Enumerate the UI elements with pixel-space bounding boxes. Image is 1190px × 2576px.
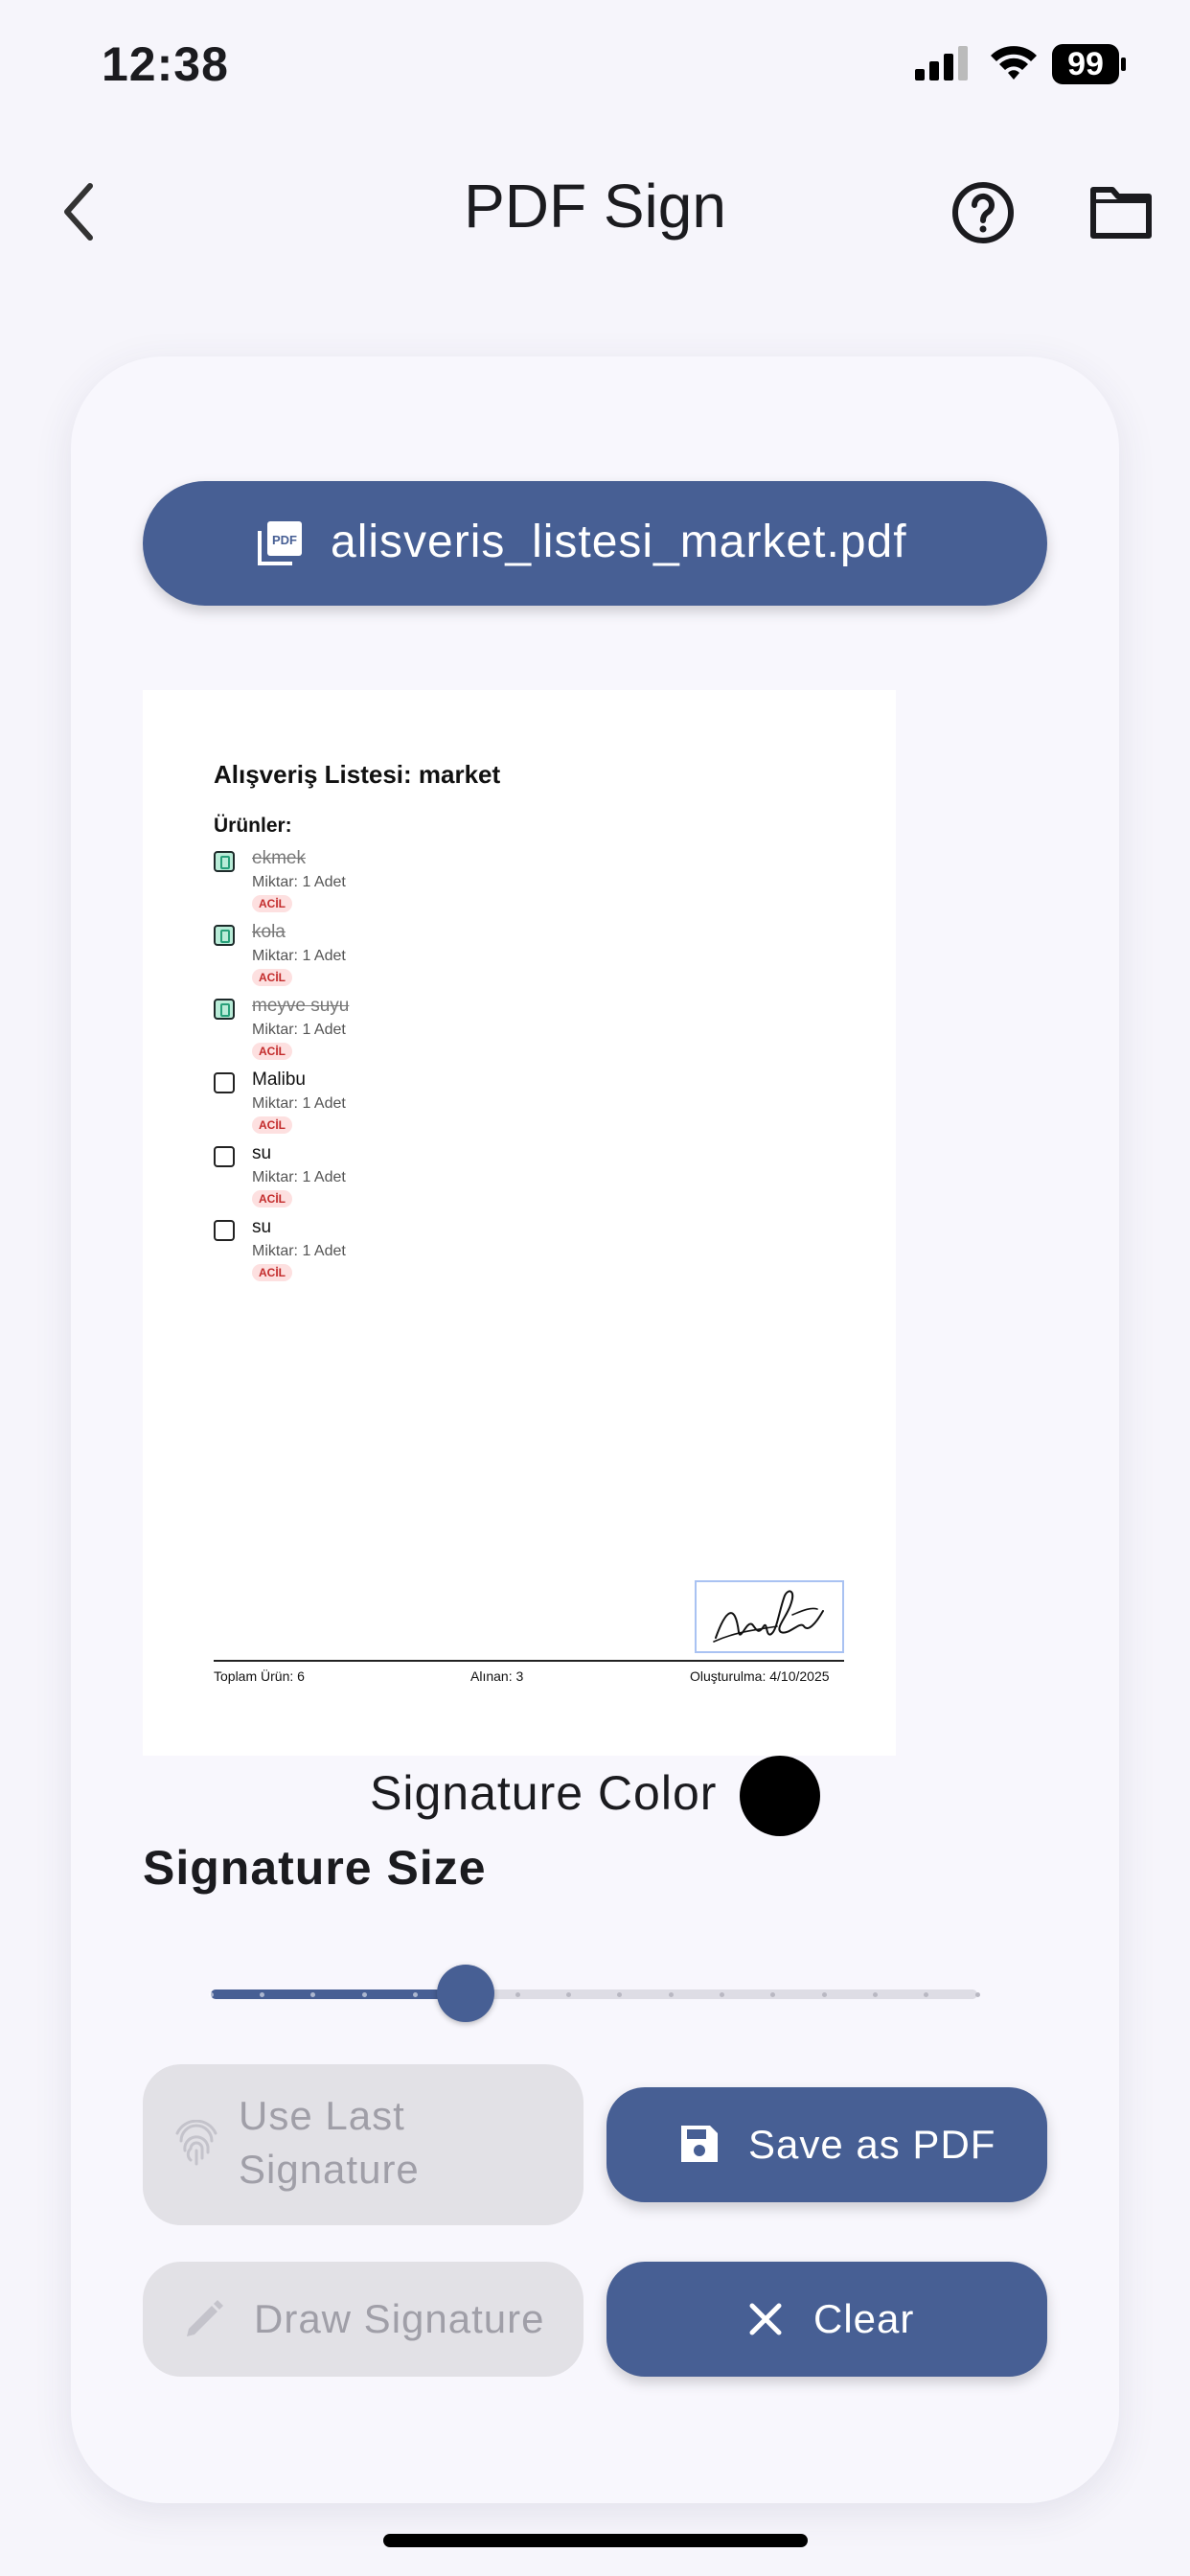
pdf-file-icon: PDF — [258, 521, 302, 565]
signature-size-slider[interactable] — [208, 1965, 980, 2022]
clear-button[interactable]: Clear — [606, 2262, 1047, 2377]
slider-tick — [361, 1992, 367, 1997]
item-quantity: Miktar: 1 Adet — [252, 1169, 346, 1185]
folder-icon[interactable] — [1087, 180, 1155, 243]
checkbox-checked-icon — [214, 999, 235, 1020]
battery-icon: 99 — [1052, 44, 1127, 84]
file-name: alisveris_listesi_market.pdf — [331, 517, 907, 567]
use-last-signature-line1: Use Last — [239, 2093, 405, 2138]
chevron-left-icon[interactable] — [48, 178, 115, 245]
slider-tick — [565, 1992, 571, 1997]
checkbox-unchecked-icon — [214, 1220, 235, 1241]
signature-color-swatch[interactable] — [740, 1756, 820, 1836]
list-item: su Miktar: 1 Adet ACİL — [214, 1143, 597, 1218]
item-name: su — [252, 1217, 272, 1237]
item-quantity: Miktar: 1 Adet — [252, 874, 346, 890]
pdf-preview[interactable]: Alışveriş Listesi: market Ürünler: ekmek… — [143, 690, 896, 1756]
pdf-footer-bought: Alınan: 3 — [470, 1668, 524, 1684]
list-item: Malibu Miktar: 1 Adet ACİL — [214, 1070, 597, 1144]
battery-level: 99 — [1052, 44, 1119, 84]
cellular-signal-icon — [915, 46, 968, 80]
slider-tick — [974, 1992, 980, 1997]
urgent-badge: ACİL — [252, 895, 292, 912]
use-last-signature-button[interactable]: Use Last Signature — [143, 2064, 584, 2225]
draw-signature-button[interactable]: Draw Signature — [143, 2262, 584, 2377]
fingerprint-icon — [175, 2120, 217, 2166]
pdf-title: Alışveriş Listesi: market — [214, 760, 501, 789]
urgent-badge: ACİL — [252, 1043, 292, 1060]
list-item: ekmek Miktar: 1 Adet ACİL — [214, 848, 597, 923]
item-name: meyve suyu — [252, 996, 350, 1016]
pdf-footer-total: Toplam Ürün: 6 — [214, 1668, 305, 1684]
urgent-badge: ACİL — [252, 969, 292, 986]
save-as-pdf-label: Save as PDF — [748, 2122, 996, 2167]
slider-tick — [719, 1992, 724, 1997]
slider-tick — [668, 1992, 674, 1997]
checkbox-checked-icon — [214, 851, 235, 872]
svg-text:PDF: PDF — [272, 533, 297, 547]
item-name: Malibu — [252, 1070, 306, 1090]
clear-label: Clear — [813, 2296, 915, 2341]
item-name: su — [252, 1143, 272, 1163]
slider-tick — [515, 1992, 520, 1997]
signature-size-label: Signature Size — [143, 1841, 487, 1895]
home-indicator — [383, 2534, 808, 2547]
status-time: 12:38 — [102, 37, 229, 91]
save-as-pdf-button[interactable]: Save as PDF — [606, 2087, 1047, 2202]
help-circle-icon[interactable] — [949, 178, 1018, 247]
signature-image — [713, 1590, 824, 1643]
pdf-footer-created: Oluşturulma: 4/10/2025 — [690, 1668, 830, 1684]
item-quantity: Miktar: 1 Adet — [252, 948, 346, 964]
pencil-icon — [187, 2300, 223, 2336]
save-icon — [681, 2126, 718, 2162]
slider-tick — [872, 1992, 878, 1997]
item-quantity: Miktar: 1 Adet — [252, 1243, 346, 1259]
wifi-icon — [991, 46, 1037, 80]
checkbox-unchecked-icon — [214, 1072, 235, 1093]
status-bar: 12:38 99 — [0, 0, 1190, 134]
urgent-badge: ACİL — [252, 1264, 292, 1281]
urgent-badge: ACİL — [252, 1116, 292, 1134]
checkbox-checked-icon — [214, 925, 235, 946]
list-item: kola Miktar: 1 Adet ACİL — [214, 922, 597, 997]
pdf-footer-divider — [214, 1660, 844, 1662]
list-item: su Miktar: 1 Adet ACİL — [214, 1217, 597, 1292]
checkbox-unchecked-icon — [214, 1146, 235, 1167]
item-name: ekmek — [252, 848, 306, 868]
slider-tick — [259, 1992, 264, 1997]
item-name: kola — [252, 922, 286, 942]
use-last-signature-line2: Signature — [239, 2147, 420, 2192]
slider-tick — [821, 1992, 827, 1997]
slider-tick — [208, 1992, 214, 1997]
draw-signature-label: Draw Signature — [254, 2296, 545, 2341]
slider-tick — [412, 1992, 418, 1997]
app-bar: PDF Sign — [0, 144, 1190, 278]
signature-placement[interactable] — [695, 1580, 844, 1653]
signature-color-label: Signature Color — [370, 1766, 718, 1820]
pdf-subtitle: Ürünler: — [214, 815, 292, 837]
slider-thumb[interactable] — [437, 1965, 495, 2022]
slider-fill — [211, 1990, 467, 1999]
urgent-badge: ACİL — [252, 1190, 292, 1208]
close-icon — [749, 2303, 782, 2335]
file-select-button[interactable]: PDF alisveris_listesi_market.pdf — [143, 481, 1047, 606]
item-quantity: Miktar: 1 Adet — [252, 1095, 346, 1112]
item-quantity: Miktar: 1 Adet — [252, 1022, 346, 1038]
list-item: meyve suyu Miktar: 1 Adet ACİL — [214, 996, 597, 1070]
